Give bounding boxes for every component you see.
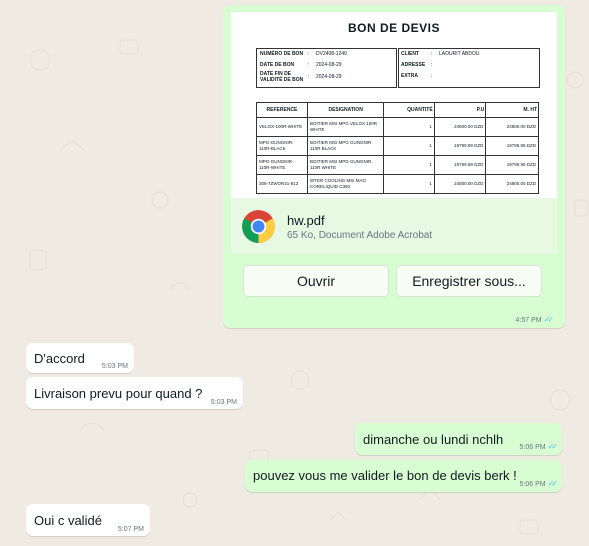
- double-check-icon: ✓✓: [547, 442, 559, 451]
- value-client: LAOURIT ABDOU: [439, 51, 480, 57]
- message-time: 4:57 PM ✓✓: [515, 315, 555, 324]
- label-date: DATE DE BON: [260, 62, 295, 68]
- message-text: dimanche ou lundi nchlh: [363, 432, 504, 447]
- chrome-icon: [242, 210, 275, 243]
- cell-mht: 24800.00 DZD: [485, 117, 539, 137]
- label-numero: NUMÉRO DE BON: [260, 51, 304, 57]
- cell-mht: 24800.00 DZD: [485, 174, 539, 194]
- double-check-icon: ✓✓: [543, 315, 555, 324]
- label-date-fin: DATE FIN DE VALIDITÉ DE BON: [260, 71, 304, 83]
- label-extra: EXTRA: [401, 73, 418, 79]
- pdf-message[interactable]: BON DE DEVIS NUMÉRO DE BON : DV2408-1240…: [223, 5, 565, 328]
- table-row: VELOX-100R-WHITE BOITIER MSI MPG VELOX 1…: [256, 117, 539, 137]
- cell-quantite: 1: [383, 136, 435, 156]
- cell-designation: WTER COOLING MSI MAG CORELIQUID C360: [306, 174, 385, 194]
- cell-mht: 19799.99 DZD: [485, 155, 539, 175]
- cell-pu: 24800.00 DZD: [433, 117, 487, 137]
- label-adresse: ADRESSE: [401, 62, 426, 68]
- cell-quantite: 1: [383, 117, 435, 137]
- cell-reference: MPG-GUNGNIR-110R-BLACK: [256, 136, 308, 156]
- col-quantite: QUANTITÉ: [383, 102, 435, 118]
- cell-designation: BOITIER MSI MPG VELOX 100R WHITE: [306, 117, 385, 137]
- message-text: pouvez vous me valider le bon de devis b…: [253, 468, 517, 483]
- message-time: 5:07 PM: [117, 526, 144, 533]
- message-text: Oui c validé: [34, 513, 102, 528]
- cell-designation: BOITIER MSI MPG GUNGNIR 110R BLACK: [306, 136, 385, 156]
- message-outgoing[interactable]: dimanche ou lundi nchlh 5:06 PM ✓✓: [355, 423, 562, 455]
- col-pu: P.U: [433, 102, 487, 118]
- table-row: 306-7ZWOR31-813 WTER COOLING MSI MAG COR…: [256, 174, 539, 194]
- label-client: CLIENT: [401, 51, 420, 57]
- message-time: 5:03 PM: [101, 363, 128, 370]
- file-name: hw.pdf: [287, 213, 325, 228]
- message-time: 5:06 PM ✓✓: [519, 442, 559, 451]
- cell-mht: 19799.99 DZD: [485, 136, 539, 156]
- value-date-fin: 2024-08-29: [316, 74, 342, 80]
- cell-reference: 306-7ZWOR31-813: [256, 174, 308, 194]
- message-outgoing[interactable]: pouvez vous me valider le bon de devis b…: [245, 460, 562, 492]
- cell-designation: BOITIER MSI MPG GUNGNIR 110R WHITE: [306, 155, 385, 175]
- cell-pu: 19799.99 DZD: [433, 155, 487, 175]
- message-text: Livraison prevu pour quand ?: [34, 386, 203, 401]
- cell-quantite: 1: [383, 155, 435, 175]
- cell-reference: MPG-GUNGNIR-110R-WHITE: [256, 155, 308, 175]
- cell-quantite: 1: [383, 174, 435, 194]
- message-text: D'accord: [34, 351, 85, 366]
- value-numero: DV2408-1240: [316, 51, 347, 57]
- double-check-icon: ✓✓: [547, 479, 559, 488]
- cell-reference: VELOX-100R-WHITE: [256, 117, 308, 137]
- table-row: MPG-GUNGNIR-110R-BLACK BOITIER MSI MPG G…: [256, 136, 539, 156]
- document-title: BON DE DEVIS: [347, 21, 440, 35]
- table-header-row: REFERENCE DESIGNATION QUANTITÉ P.U M. HT: [256, 102, 539, 118]
- value-date: 2024-08-29: [316, 62, 342, 68]
- cell-pu: 19799.99 DZD: [433, 136, 487, 156]
- message-incoming[interactable]: Livraison prevu pour quand ? 5:03 PM: [26, 377, 243, 409]
- col-designation: DESIGNATION: [306, 102, 385, 118]
- table-row: MPG-GUNGNIR-110R-WHITE BOITIER MSI MPG G…: [256, 155, 539, 175]
- pdf-preview[interactable]: BON DE DEVIS NUMÉRO DE BON : DV2408-1240…: [231, 12, 557, 200]
- col-reference: REFERENCE: [256, 102, 308, 118]
- message-time: 5:06 PM ✓✓: [519, 479, 559, 488]
- message-time: 5:03 PM: [210, 399, 237, 406]
- message-incoming[interactable]: D'accord 5:03 PM: [26, 343, 134, 373]
- save-as-button[interactable]: Enregistrer sous...: [396, 265, 542, 297]
- file-info[interactable]: hw.pdf 65 Ko, Document Adobe Acrobat: [231, 198, 557, 254]
- cell-pu: 24800.00 DZD: [433, 174, 487, 194]
- message-incoming[interactable]: Oui c validé 5:07 PM: [26, 504, 150, 536]
- col-mht: M. HT: [485, 102, 539, 118]
- open-button[interactable]: Ouvrir: [243, 265, 389, 297]
- file-meta: 65 Ko, Document Adobe Acrobat: [287, 230, 433, 241]
- quote-table: REFERENCE DESIGNATION QUANTITÉ P.U M. HT…: [256, 102, 539, 194]
